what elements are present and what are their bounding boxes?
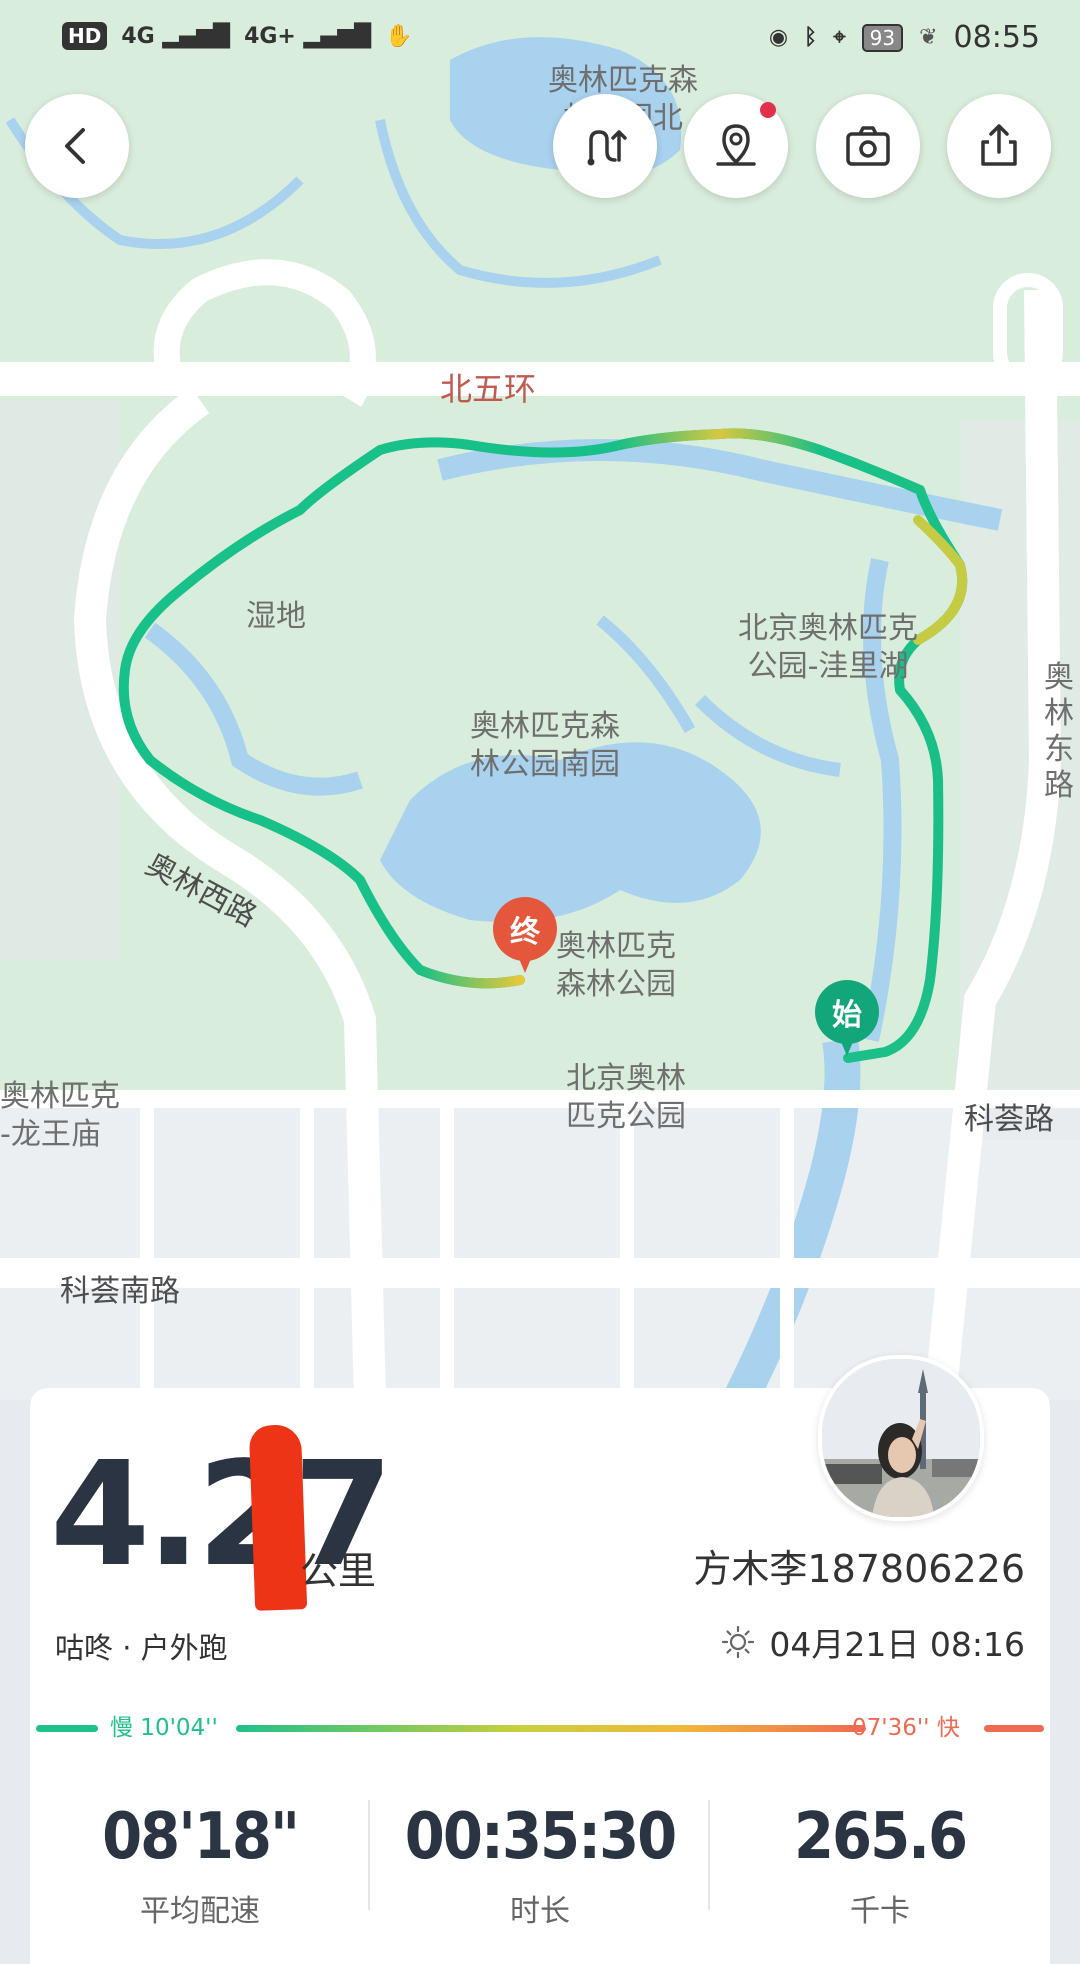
signal-2-label: 4G+ (244, 23, 296, 49)
share-button[interactable] (947, 94, 1051, 198)
bluetooth-icon: ᛒ (804, 25, 818, 50)
chevron-left-icon (65, 128, 85, 164)
back-button[interactable] (25, 94, 129, 198)
stat-label: 时长 (510, 1894, 570, 1929)
notification-dot (760, 102, 776, 118)
hd-icon: HD (62, 22, 108, 50)
username: 方木李187806226 (693, 1547, 1025, 1591)
map-label-kehui-rd: 科荟路 (964, 1102, 1054, 1137)
map-label-beijing-olympic-park: 北京奥林 匹克公园 (566, 1061, 686, 1134)
distance-unit: 公里 (300, 1549, 377, 1593)
avatar[interactable] (818, 1355, 984, 1521)
signal-icon: 4G ▂▄▆█ (121, 23, 231, 49)
map-label-olympic-east-rd: 奥 林 东 路 (1044, 660, 1074, 803)
location-pin-icon (716, 124, 756, 166)
stat-calories: 265.6 千卡 (710, 1790, 1050, 1960)
location-button[interactable] (684, 94, 788, 198)
stat-divider (708, 1800, 710, 1910)
pace-scale: 慢 10'04'' 07'36'' 快 (36, 1708, 1044, 1748)
stats-row: 08'18" 平均配速 00:35:30 时长 265.6 千卡 (30, 1790, 1050, 1960)
activity-type: 咕咚 · 户外跑 (55, 1631, 228, 1665)
stat-label: 平均配速 (140, 1894, 260, 1929)
battery-icon: 93 (861, 23, 904, 52)
redaction-mark (248, 1424, 308, 1611)
end-marker[interactable]: 终 (493, 897, 557, 977)
run-date: 04月21日 08:16 (769, 1625, 1025, 1664)
stat-value: 265.6 (793, 1800, 968, 1874)
signal-1-label: 4G (121, 23, 155, 49)
camera-icon (846, 126, 890, 166)
stat-duration: 00:35:30 时长 (370, 1790, 710, 1960)
stat-value: 00:35:30 (404, 1800, 677, 1874)
map-label-forest-park: 奥林匹克 森林公园 (556, 929, 676, 1002)
map-label-wali-lake: 北京奥林匹克 公园-洼里湖 (738, 611, 918, 684)
stat-value: 08'18" (102, 1800, 300, 1874)
pace-slow-label: 慢 10'04'' (110, 1715, 218, 1741)
run-datetime: 04月21日 08:16 (721, 1618, 1025, 1666)
pace-gradient-line (236, 1725, 866, 1732)
stat-divider (368, 1800, 370, 1910)
stat-label: 千卡 (850, 1894, 910, 1929)
location-icon: ⌖ (833, 25, 846, 50)
leaf-icon: ❦ (919, 25, 938, 50)
start-marker[interactable]: 始 (815, 980, 879, 1060)
hand-icon: ✋ (385, 23, 413, 49)
map-label-longwang-temple: 奥林匹克 -龙王庙 (0, 1079, 120, 1152)
map-label-kehui-south-rd: 科荟南路 (60, 1274, 180, 1309)
stat-avg-pace: 08'18" 平均配速 (30, 1790, 370, 1960)
share-icon (981, 124, 1017, 166)
signal-icon: 4G+ ▂▄▆█ (244, 23, 372, 49)
status-time: 08:55 (953, 20, 1040, 55)
route-button[interactable] (553, 94, 657, 198)
sun-icon (722, 1625, 755, 1659)
status-bar: HD 4G ▂▄▆█ 4G+ ▂▄▆█ ✋ ◉ ᛒ ⌖ 93 ❦ 08:55 (0, 0, 1080, 80)
pace-line-fast (984, 1725, 1044, 1732)
pace-line-slow (36, 1725, 98, 1732)
map-label-wetland: 湿地 (246, 599, 306, 634)
camera-button[interactable] (816, 94, 920, 198)
map-label-north-5th-ring: 北五环 (440, 370, 537, 408)
map-label-south-park: 奥林匹克森 林公园南园 (470, 709, 620, 782)
route-icon (587, 130, 627, 166)
pace-fast-label: 07'36'' 快 (852, 1715, 960, 1741)
eye-icon: ◉ (768, 25, 789, 50)
